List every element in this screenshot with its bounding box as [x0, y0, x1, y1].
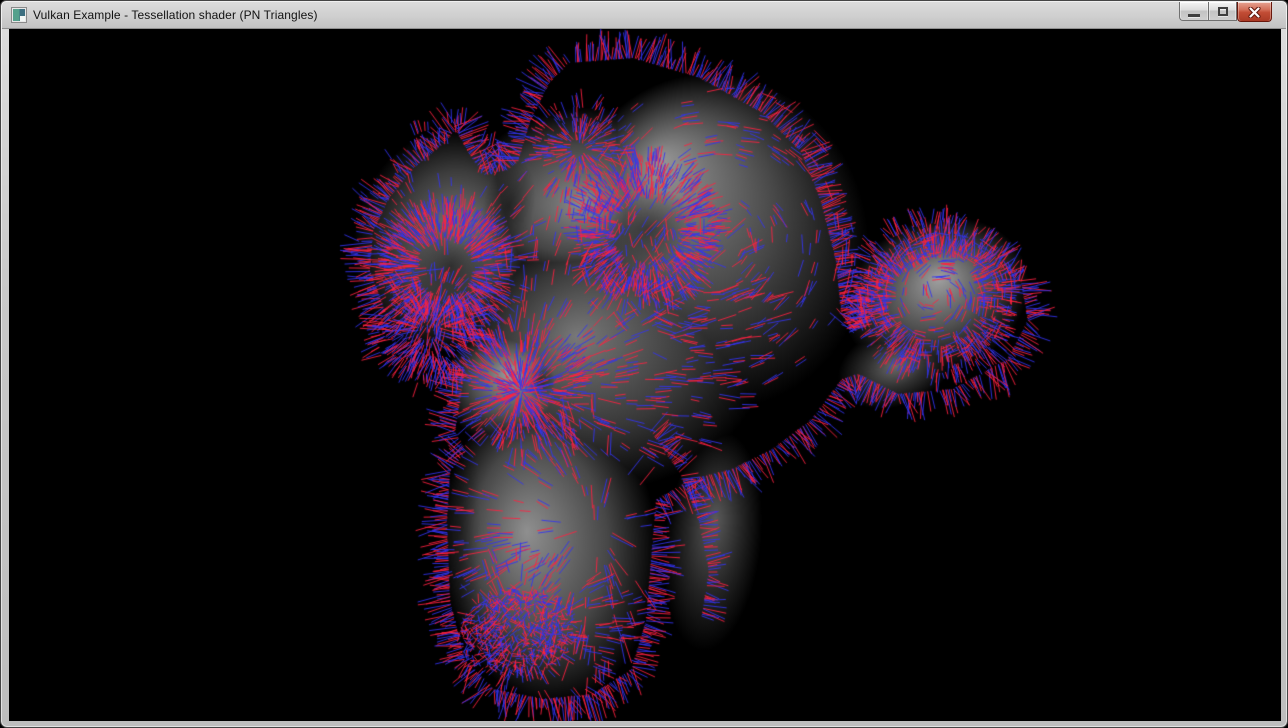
minimize-icon [1188, 14, 1200, 17]
app-window: Vulkan Example - Tessellation shader (PN… [0, 0, 1288, 728]
window-title: Vulkan Example - Tessellation shader (PN… [33, 8, 318, 22]
minimize-button[interactable] [1179, 2, 1208, 21]
app-icon[interactable] [11, 7, 27, 23]
maximize-icon [1218, 7, 1228, 16]
titlebar[interactable]: Vulkan Example - Tessellation shader (PN… [2, 2, 1286, 29]
render-viewport[interactable] [9, 29, 1281, 721]
app-icon-image [13, 9, 25, 21]
close-icon [1248, 7, 1261, 18]
caption-buttons [1179, 2, 1272, 22]
maximize-button[interactable] [1208, 2, 1237, 21]
close-button[interactable] [1237, 2, 1272, 22]
